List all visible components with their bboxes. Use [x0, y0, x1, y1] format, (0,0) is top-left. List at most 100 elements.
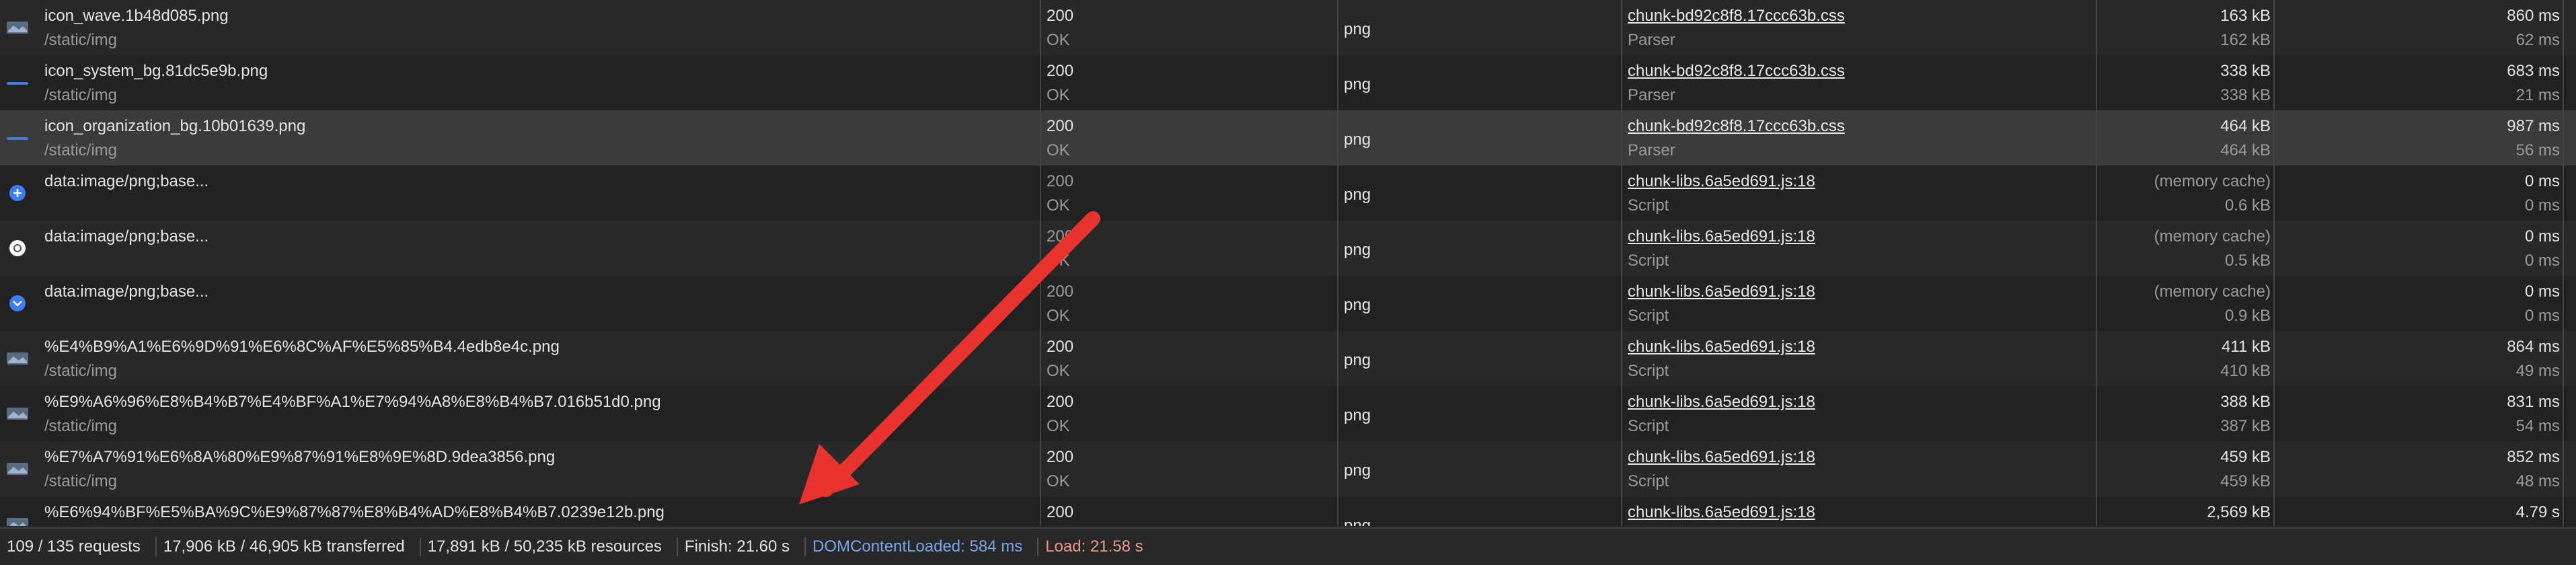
initiator-link[interactable]: chunk-bd92c8f8.17ccc63b.css	[1628, 117, 1845, 136]
resource-type: png	[1344, 20, 1371, 38]
status-text: OK	[1047, 141, 1070, 159]
total-time: 0 ms	[2524, 172, 2560, 190]
status-text: OK	[1047, 362, 1070, 380]
latency-time: 54 ms	[2515, 417, 2560, 435]
column-divider[interactable]	[2273, 0, 2275, 526]
total-time: 0 ms	[2524, 282, 2560, 301]
requests-count: 109 / 135 requests	[7, 537, 141, 556]
request-name[interactable]: %E6%94%BF%E5%BA%9C%E9%87%87%E8%B4%AD%E8%…	[44, 503, 665, 522]
size-cell: 338 kB 338 kB	[2098, 55, 2271, 110]
initiator-type: Parser	[1628, 86, 1675, 104]
resource-size: 410 kB	[2220, 362, 2271, 380]
initiator-type: Parser	[1628, 31, 1675, 49]
column-divider[interactable]	[1040, 0, 1041, 526]
request-name[interactable]: %E7%A7%91%E6%8A%80%E9%87%91%E8%9E%8D.9de…	[44, 448, 555, 467]
request-name[interactable]: %E9%A6%96%E8%B4%B7%E4%BF%A1%E7%94%A8%E8%…	[44, 393, 661, 412]
initiator-type: Script	[1628, 417, 1669, 435]
table-row[interactable]: icon_wave.1b48d085.png/static/img 200 OK pn…	[0, 0, 2576, 56]
initiator-link[interactable]: chunk-libs.6a5ed691.js:18	[1628, 172, 1815, 191]
column-divider[interactable]	[1337, 0, 1338, 526]
table-row[interactable]: data:image/png;base... 200 OK png chunk-libs…	[0, 165, 2576, 221]
resource-size: 459 kB	[2220, 472, 2271, 490]
initiator-link[interactable]: chunk-bd92c8f8.17ccc63b.css	[1628, 62, 1845, 81]
resource-size: 338 kB	[2220, 86, 2271, 104]
finish-time: Finish: 21.60 s	[684, 537, 790, 556]
status-code: 200	[1047, 282, 1074, 301]
status-text: OK	[1047, 86, 1070, 104]
latency-time: 21 ms	[2515, 86, 2560, 104]
initiator-type: Parser	[1628, 141, 1675, 159]
table-row[interactable]: data:image/png;base... 200 OK png chunk-libs…	[0, 221, 2576, 276]
total-time: 852 ms	[2507, 448, 2560, 466]
total-time: 864 ms	[2507, 338, 2560, 356]
initiator-link[interactable]: chunk-bd92c8f8.17ccc63b.css	[1628, 7, 1845, 26]
total-time: 831 ms	[2507, 393, 2560, 411]
transfer-size: (memory cache)	[2154, 227, 2271, 246]
time-cell: 0 ms 0 ms	[2276, 165, 2560, 221]
total-time: 860 ms	[2507, 7, 2560, 25]
request-name[interactable]: data:image/png;base...	[44, 227, 209, 246]
transfer-size: 163 kB	[2220, 7, 2271, 25]
request-name[interactable]: data:image/png;base...	[44, 282, 209, 301]
initiator-type: Script	[1628, 252, 1669, 270]
request-name[interactable]: icon_organization_bg.10b01639.png	[44, 117, 305, 136]
request-name[interactable]: icon_system_bg.81dc5e9b.png	[44, 62, 268, 81]
transfer-size: 388 kB	[2220, 393, 2271, 411]
latency-time: 49 ms	[2515, 362, 2560, 380]
initiator-type: Script	[1628, 196, 1669, 215]
resources-size: 17,891 kB / 50,235 kB resources	[427, 537, 662, 556]
column-divider[interactable]	[2563, 0, 2564, 526]
column-divider[interactable]	[2096, 0, 2097, 526]
size-cell: 464 kB 464 kB	[2098, 110, 2271, 165]
request-name[interactable]: icon_wave.1b48d085.png	[44, 7, 229, 26]
transfer-size: 464 kB	[2220, 117, 2271, 135]
column-divider[interactable]	[1621, 0, 1622, 526]
request-name[interactable]: %E4%B9%A1%E6%9D%91%E6%8C%AF%E5%85%B4.4ed…	[44, 338, 560, 356]
resource-type: png	[1344, 241, 1371, 259]
initiator-link[interactable]: chunk-libs.6a5ed691.js:18	[1628, 503, 1815, 522]
total-time: 987 ms	[2507, 117, 2560, 135]
size-cell: (memory cache) 0.6 kB	[2098, 165, 2271, 221]
table-row[interactable]: data:image/png;base... 200 OK png chunk-libs…	[0, 276, 2576, 332]
table-row[interactable]: %E4%B9%A1%E6%9D%91%E6%8C%AF%E5%85%B4.4ed…	[0, 331, 2576, 387]
table-row[interactable]: icon_organization_bg.10b01639.png/static…	[0, 110, 2576, 166]
time-cell: 987 ms 56 ms	[2276, 110, 2560, 165]
initiator-link[interactable]: chunk-libs.6a5ed691.js:18	[1628, 282, 1815, 301]
table-row[interactable]: %E7%A7%91%E6%8A%80%E9%87%91%E8%9E%8D.9de…	[0, 441, 2576, 497]
total-time: 683 ms	[2507, 62, 2560, 80]
resource-type: png	[1344, 351, 1371, 369]
table-row[interactable]: %E6%94%BF%E5%BA%9C%E9%87%87%E8%B4%AD%E8%…	[0, 496, 2576, 526]
initiator-link[interactable]: chunk-libs.6a5ed691.js:18	[1628, 448, 1815, 467]
table-row[interactable]: %E9%A6%96%E8%B4%B7%E4%BF%A1%E7%94%A8%E8%…	[0, 386, 2576, 442]
resource-type: png	[1344, 130, 1371, 149]
initiator-type: Script	[1628, 472, 1669, 490]
request-name[interactable]: data:image/png;base...	[44, 172, 209, 191]
status-code: 200	[1047, 227, 1074, 246]
status-code: 200	[1047, 393, 1074, 411]
initiator-link[interactable]: chunk-libs.6a5ed691.js:18	[1628, 338, 1815, 356]
latency-time: 0 ms	[2524, 307, 2560, 325]
status-code: 200	[1047, 172, 1074, 190]
transfer-size: 459 kB	[2220, 448, 2271, 466]
time-cell: 0 ms 0 ms	[2276, 276, 2560, 331]
time-cell: 860 ms 62 ms	[2276, 0, 2560, 55]
time-cell: 864 ms 49 ms	[2276, 331, 2560, 386]
resource-type: png	[1344, 406, 1371, 424]
time-cell: 0 ms 0 ms	[2276, 221, 2560, 276]
table-row[interactable]: icon_system_bg.81dc5e9b.png/static/img 20…	[0, 55, 2576, 111]
request-path: /static/img	[44, 362, 118, 380]
total-time: 0 ms	[2524, 227, 2560, 246]
resource-type: png	[1344, 186, 1371, 204]
transfer-size: (memory cache)	[2154, 172, 2271, 190]
status-text: OK	[1047, 472, 1070, 490]
status-text: OK	[1047, 417, 1070, 435]
request-path: /static/img	[44, 417, 118, 435]
transfer-size: 338 kB	[2220, 62, 2271, 80]
time-cell: 4.79 s	[2276, 496, 2560, 526]
initiator-link[interactable]: chunk-libs.6a5ed691.js:18	[1628, 227, 1815, 246]
initiator-link[interactable]: chunk-libs.6a5ed691.js:18	[1628, 393, 1815, 412]
resource-size: 387 kB	[2220, 417, 2271, 435]
resource-size: 0.6 kB	[2224, 196, 2271, 215]
resource-type: png	[1344, 461, 1371, 480]
total-time: 4.79 s	[2515, 503, 2560, 521]
